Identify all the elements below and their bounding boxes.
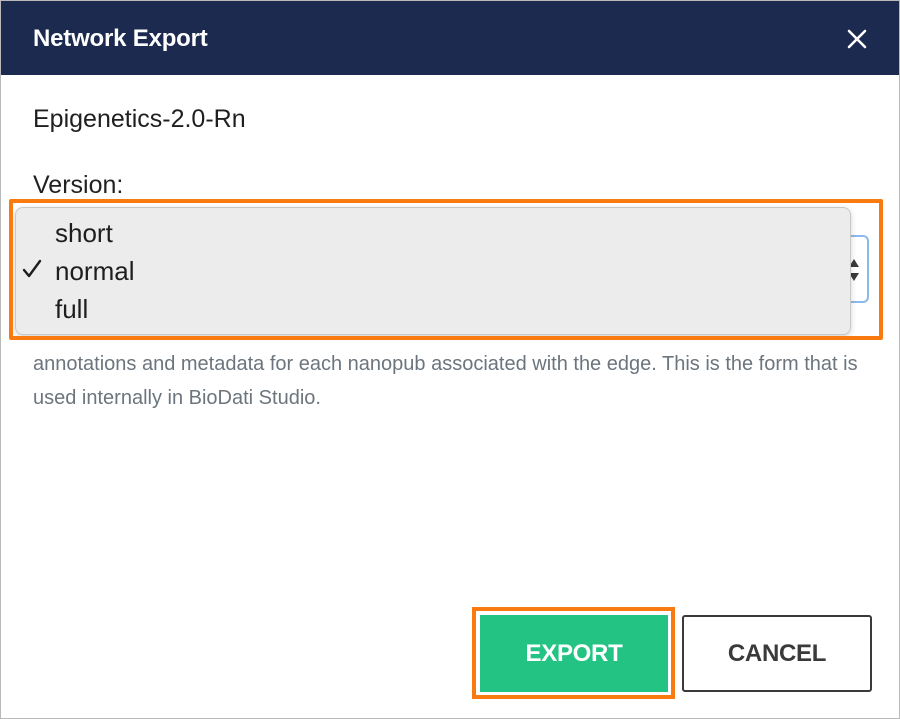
version-label: Version: bbox=[33, 171, 124, 199]
network-export-dialog: Network Export Epigenetics-2.0-Rn Versio… bbox=[0, 0, 900, 719]
export-highlight-box bbox=[472, 607, 675, 699]
version-description: annotations and metadata for each nanopu… bbox=[33, 353, 858, 409]
close-icon bbox=[847, 29, 867, 49]
dialog-header: Network Export bbox=[1, 1, 899, 75]
cancel-button[interactable]: CANCEL bbox=[682, 615, 872, 692]
network-name: Epigenetics-2.0-Rn bbox=[33, 105, 246, 133]
close-button[interactable] bbox=[839, 21, 875, 57]
dropdown-highlight-box bbox=[9, 199, 883, 340]
dialog-title: Network Export bbox=[33, 25, 208, 52]
